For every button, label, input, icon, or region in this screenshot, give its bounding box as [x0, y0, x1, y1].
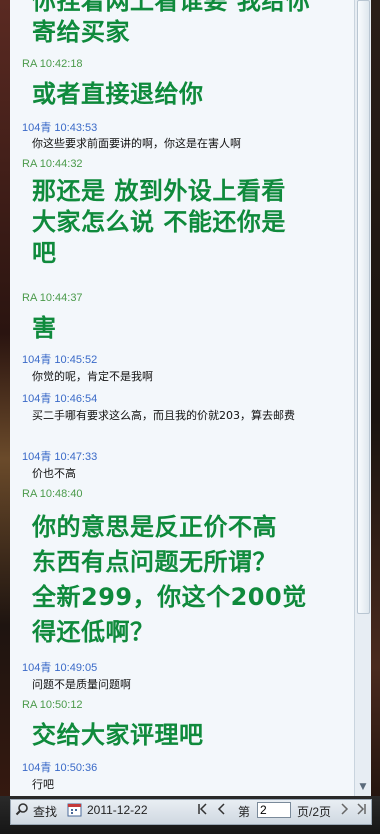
window-frame-left: [0, 0, 10, 834]
message-sender-time: 104青 10:45:52: [22, 354, 98, 366]
message-text: 害: [32, 314, 57, 342]
message-sender-time: 104青 10:50:36: [22, 762, 98, 774]
message-text: 你挂着网上看谁要 我给你寄给买家: [32, 0, 311, 46]
message-sender-time: RA 10:44:32: [22, 158, 83, 170]
message-sender-time: RA 10:50:12: [22, 699, 83, 711]
scrollbar-thumb[interactable]: [357, 0, 370, 614]
magnifier-icon[interactable]: [15, 802, 29, 819]
search-button[interactable]: 查找: [33, 803, 57, 820]
page-label-prefix: 第: [238, 805, 251, 819]
message-sender-time: 104青 10:49:05: [22, 662, 98, 674]
message-text: 价也不高: [32, 467, 76, 480]
message-sender-time: 104青 10:47:33: [22, 451, 98, 463]
last-page-icon[interactable]: [355, 802, 367, 819]
message-text: 或者直接退给你: [32, 80, 204, 108]
message-text: 你觉的呢，肯定不是我啊: [32, 370, 153, 383]
chat-history-pane: 你挂着网上看谁要 我给你寄给买家 RA 10:42:18 或者直接退给你 104…: [10, 0, 354, 796]
date-selector[interactable]: 2011-12-22: [87, 803, 148, 817]
message-text: 买二手哪有要求这么高，而且我的价就203，算去邮费: [32, 409, 295, 422]
message-text: 交给大家评理吧: [32, 721, 204, 749]
page-number-input[interactable]: [257, 802, 291, 818]
message-sender-time: RA 10:44:37: [22, 292, 83, 304]
message-sender-time: 104青 10:43:53: [22, 122, 98, 134]
scroll-down-arrow-icon[interactable]: ▼: [357, 781, 369, 793]
window-frame-right: [370, 0, 380, 834]
first-page-icon[interactable]: [197, 802, 209, 819]
message-text: 那还是 放到外设上看看大家怎么说 不能还你是吧: [32, 177, 286, 267]
vertical-scrollbar[interactable]: ▼: [354, 0, 371, 796]
toolbar-bar: 查找 2011-12-22 第 页/2页: [10, 799, 372, 825]
message-text: 你这些要求前面要讲的啊，你这是在害人啊: [32, 137, 241, 150]
message-sender-time: RA 10:48:40: [22, 488, 83, 500]
next-page-icon[interactable]: [339, 802, 349, 819]
message-text: 你的意思是反正价不高 东西有点问题无所谓？ 全新299，你这个200觉得还低啊？: [32, 513, 307, 646]
message-text: 行吧: [32, 778, 54, 791]
message-text: 问题不是质量问题啊: [32, 678, 131, 691]
message-sender-time: 104青 10:46:54: [22, 393, 98, 405]
bottom-toolbar: 查找 2011-12-22 第 页/2页: [0, 796, 380, 834]
message-sender-time: RA 10:42:18: [22, 58, 83, 70]
page-label-suffix: 页/2页: [297, 805, 332, 819]
calendar-icon[interactable]: [67, 802, 82, 820]
prev-page-icon[interactable]: [217, 802, 227, 819]
